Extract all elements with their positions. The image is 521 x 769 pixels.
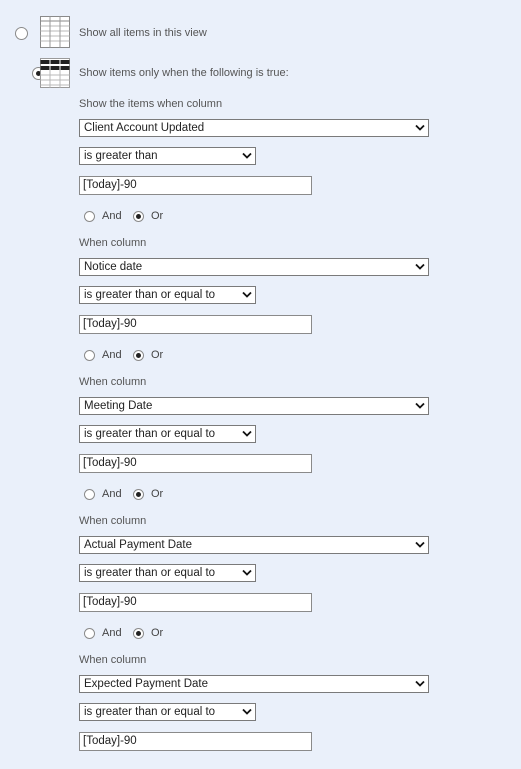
filter-3-or-label: Or — [151, 488, 164, 500]
filter-1-column-value: Client Account Updated — [84, 122, 205, 134]
filter-2-or-radio[interactable] — [133, 350, 144, 361]
chevron-down-icon — [415, 263, 425, 270]
filter-5-operator-select[interactable]: is greater than or equal to — [79, 703, 256, 721]
filter-4-heading: When column — [79, 515, 147, 527]
filter-2-connector: And Or — [84, 349, 174, 363]
filter-3-and-label: And — [102, 488, 122, 500]
chevron-down-icon — [242, 708, 252, 715]
filter-1-and-radio[interactable] — [84, 211, 95, 222]
filter-3-column-select[interactable]: Meeting Date — [79, 397, 429, 415]
filter-4-value-input[interactable]: [Today]-90 — [79, 593, 312, 612]
filter-1-operator-value: is greater than — [84, 150, 158, 162]
show-all-label: Show all items in this view — [79, 27, 207, 39]
show-filtered-label: Show items only when the following is tr… — [79, 67, 289, 79]
filter-1-or-label: Or — [151, 210, 164, 222]
filter-3-and-radio[interactable] — [84, 489, 95, 500]
filter-3-value-input[interactable]: [Today]-90 — [79, 454, 312, 473]
filter-4-column-value: Actual Payment Date — [84, 539, 193, 551]
chevron-down-icon — [242, 291, 252, 298]
table-grid-icon — [40, 16, 70, 48]
filter-1-value-input[interactable]: [Today]-90 — [79, 176, 312, 195]
filter-4-or-radio[interactable] — [133, 628, 144, 639]
filter-2-value-input[interactable]: [Today]-90 — [79, 315, 312, 334]
filter-3-heading: When column — [79, 376, 147, 388]
filter-2-column-select[interactable]: Notice date — [79, 258, 429, 276]
filter-2-operator-value: is greater than or equal to — [84, 289, 216, 301]
filter-4-column-select[interactable]: Actual Payment Date — [79, 536, 429, 554]
chevron-down-icon — [415, 541, 425, 548]
filter-4-or-label: Or — [151, 627, 164, 639]
filter-4-and-label: And — [102, 627, 122, 639]
chevron-down-icon — [415, 680, 425, 687]
filter-4-operator-value: is greater than or equal to — [84, 567, 216, 579]
filter-5-value-input[interactable]: [Today]-90 — [79, 732, 312, 751]
filtered-table-icon — [40, 58, 70, 88]
filter-1-column-select[interactable]: Client Account Updated — [79, 119, 429, 137]
chevron-down-icon — [242, 569, 252, 576]
filter-1-or-radio[interactable] — [133, 211, 144, 222]
filter-5-column-select[interactable]: Expected Payment Date — [79, 675, 429, 693]
show-all-radio[interactable] — [15, 27, 28, 40]
filter-2-or-label: Or — [151, 349, 164, 361]
filter-2-and-radio[interactable] — [84, 350, 95, 361]
filter-2-heading: When column — [79, 237, 147, 249]
filter-3-column-value: Meeting Date — [84, 400, 153, 412]
filter-3-operator-value: is greater than or equal to — [84, 428, 216, 440]
filter-1-and-label: And — [102, 210, 122, 222]
filter-1-heading: Show the items when column — [79, 98, 223, 110]
filter-5-operator-value: is greater than or equal to — [84, 706, 216, 718]
filter-4-and-radio[interactable] — [84, 628, 95, 639]
chevron-down-icon — [415, 402, 425, 409]
chevron-down-icon — [242, 152, 252, 159]
filter-3-operator-select[interactable]: is greater than or equal to — [79, 425, 256, 443]
filter-3-connector: And Or — [84, 488, 174, 502]
filter-2-column-value: Notice date — [84, 261, 143, 273]
filter-2-operator-select[interactable]: is greater than or equal to — [79, 286, 256, 304]
filter-2-and-label: And — [102, 349, 122, 361]
filter-3-or-radio[interactable] — [133, 489, 144, 500]
filter-1-operator-select[interactable]: is greater than — [79, 147, 256, 165]
filter-4-operator-select[interactable]: is greater than or equal to — [79, 564, 256, 582]
chevron-down-icon — [415, 124, 425, 131]
filter-4-connector: And Or — [84, 627, 174, 641]
chevron-down-icon — [242, 430, 252, 437]
filter-5-column-value: Expected Payment Date — [84, 678, 209, 690]
filter-5-heading: When column — [79, 654, 147, 666]
filter-1-connector: And Or — [84, 210, 174, 224]
